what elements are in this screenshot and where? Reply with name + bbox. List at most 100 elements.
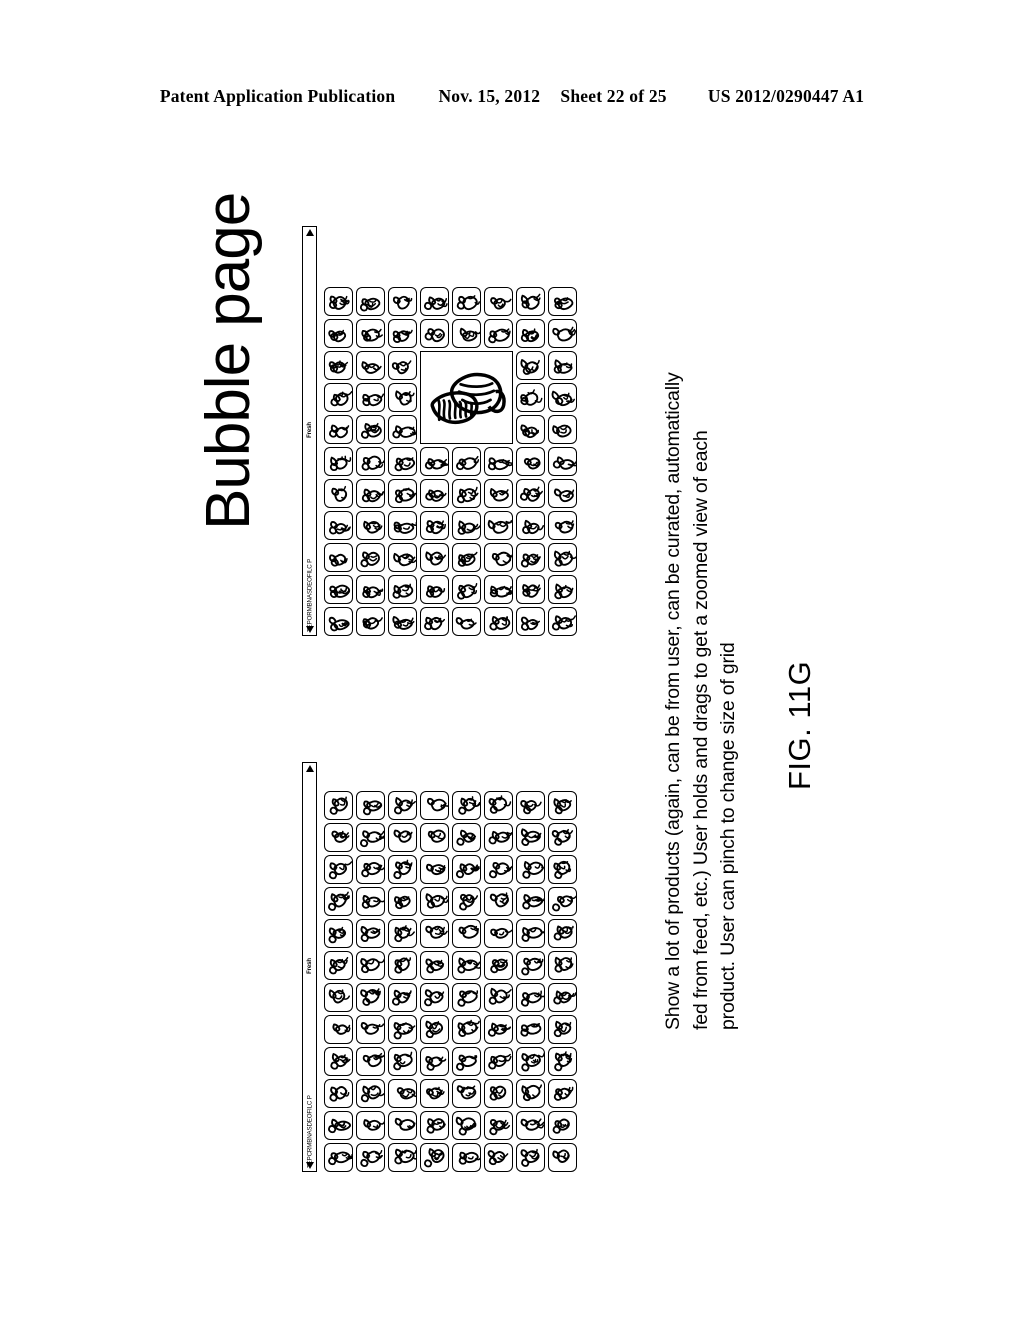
- product-tile[interactable]: [484, 447, 513, 476]
- product-tile[interactable]: [388, 511, 417, 540]
- product-tile[interactable]: [356, 351, 385, 380]
- product-tile[interactable]: [356, 1015, 385, 1044]
- product-tile[interactable]: [356, 479, 385, 508]
- product-tile[interactable]: [516, 823, 545, 852]
- product-tile[interactable]: [548, 415, 577, 444]
- product-tile[interactable]: [388, 383, 417, 412]
- product-tile[interactable]: [548, 823, 577, 852]
- product-tile[interactable]: [452, 823, 481, 852]
- product-tile[interactable]: [388, 287, 417, 316]
- product-tile[interactable]: [516, 919, 545, 948]
- product-tile[interactable]: [420, 319, 449, 348]
- product-tile[interactable]: [420, 1047, 449, 1076]
- product-tile[interactable]: [324, 1143, 353, 1172]
- product-tile[interactable]: [548, 383, 577, 412]
- product-tile[interactable]: [548, 351, 577, 380]
- product-tile[interactable]: [324, 479, 353, 508]
- product-tile[interactable]: [356, 415, 385, 444]
- product-tile[interactable]: [420, 479, 449, 508]
- product-tile[interactable]: [356, 1143, 385, 1172]
- product-tile[interactable]: [452, 319, 481, 348]
- product-tile[interactable]: [548, 319, 577, 348]
- product-tile[interactable]: [548, 1079, 577, 1108]
- product-tile[interactable]: [516, 447, 545, 476]
- product-tile[interactable]: [388, 1047, 417, 1076]
- product-tile[interactable]: [548, 791, 577, 820]
- product-tile[interactable]: [452, 919, 481, 948]
- product-tile[interactable]: [452, 287, 481, 316]
- product-tile[interactable]: [516, 791, 545, 820]
- product-tile[interactable]: [324, 383, 353, 412]
- product-tile[interactable]: [516, 479, 545, 508]
- product-tile[interactable]: [356, 319, 385, 348]
- product-tile[interactable]: [484, 1047, 513, 1076]
- product-tile[interactable]: [356, 1047, 385, 1076]
- product-tile[interactable]: [516, 415, 545, 444]
- product-tile[interactable]: [516, 351, 545, 380]
- product-tile[interactable]: [548, 479, 577, 508]
- product-tile[interactable]: [420, 919, 449, 948]
- product-tile[interactable]: [548, 447, 577, 476]
- product-tile[interactable]: [548, 575, 577, 604]
- product-tile[interactable]: [356, 855, 385, 884]
- product-tile[interactable]: [324, 887, 353, 916]
- product-tile[interactable]: [388, 983, 417, 1012]
- product-tile[interactable]: [324, 543, 353, 572]
- product-tile[interactable]: [452, 887, 481, 916]
- product-tile[interactable]: [484, 511, 513, 540]
- product-tile[interactable]: [356, 919, 385, 948]
- product-tile[interactable]: [548, 287, 577, 316]
- product-tile[interactable]: [516, 511, 545, 540]
- product-tile[interactable]: [516, 383, 545, 412]
- product-tile[interactable]: [420, 287, 449, 316]
- product-tile[interactable]: [516, 1079, 545, 1108]
- product-grid-left[interactable]: [324, 762, 577, 1172]
- product-tile[interactable]: [452, 1015, 481, 1044]
- product-tile[interactable]: [388, 447, 417, 476]
- product-tile[interactable]: [516, 543, 545, 572]
- product-tile[interactable]: [452, 1143, 481, 1172]
- product-tile[interactable]: [420, 447, 449, 476]
- product-tile[interactable]: [324, 823, 353, 852]
- product-tile[interactable]: [548, 887, 577, 916]
- product-tile[interactable]: [484, 919, 513, 948]
- product-tile[interactable]: [516, 1015, 545, 1044]
- product-tile[interactable]: [452, 447, 481, 476]
- product-tile[interactable]: [356, 823, 385, 852]
- product-tile[interactable]: [356, 1079, 385, 1108]
- product-tile[interactable]: [420, 607, 449, 636]
- product-tile[interactable]: [324, 1015, 353, 1044]
- product-tile[interactable]: [388, 607, 417, 636]
- product-tile[interactable]: [420, 887, 449, 916]
- product-tile[interactable]: [452, 791, 481, 820]
- product-tile[interactable]: [516, 1047, 545, 1076]
- product-tile[interactable]: [324, 415, 353, 444]
- product-tile[interactable]: [388, 1015, 417, 1044]
- product-tile[interactable]: [452, 855, 481, 884]
- product-tile[interactable]: [484, 983, 513, 1012]
- product-tile[interactable]: [388, 543, 417, 572]
- product-tile[interactable]: [356, 287, 385, 316]
- product-tile[interactable]: [516, 983, 545, 1012]
- product-tile[interactable]: [324, 983, 353, 1012]
- product-tile[interactable]: [452, 607, 481, 636]
- product-tile[interactable]: [516, 855, 545, 884]
- product-tile[interactable]: [388, 1111, 417, 1140]
- product-tile[interactable]: [484, 1143, 513, 1172]
- product-tile[interactable]: [516, 1143, 545, 1172]
- product-tile[interactable]: [452, 1111, 481, 1140]
- product-tile[interactable]: [388, 855, 417, 884]
- product-tile[interactable]: [452, 983, 481, 1012]
- product-tile[interactable]: [388, 1143, 417, 1172]
- product-tile[interactable]: [324, 351, 353, 380]
- product-tile[interactable]: [324, 511, 353, 540]
- product-tile[interactable]: [548, 919, 577, 948]
- product-tile[interactable]: [356, 791, 385, 820]
- product-tile[interactable]: [548, 543, 577, 572]
- product-tile[interactable]: [388, 575, 417, 604]
- product-tile[interactable]: [324, 855, 353, 884]
- product-tile[interactable]: [548, 855, 577, 884]
- product-tile[interactable]: [420, 1143, 449, 1172]
- triangle-right-icon[interactable]: [305, 229, 314, 236]
- product-tile[interactable]: [484, 1015, 513, 1044]
